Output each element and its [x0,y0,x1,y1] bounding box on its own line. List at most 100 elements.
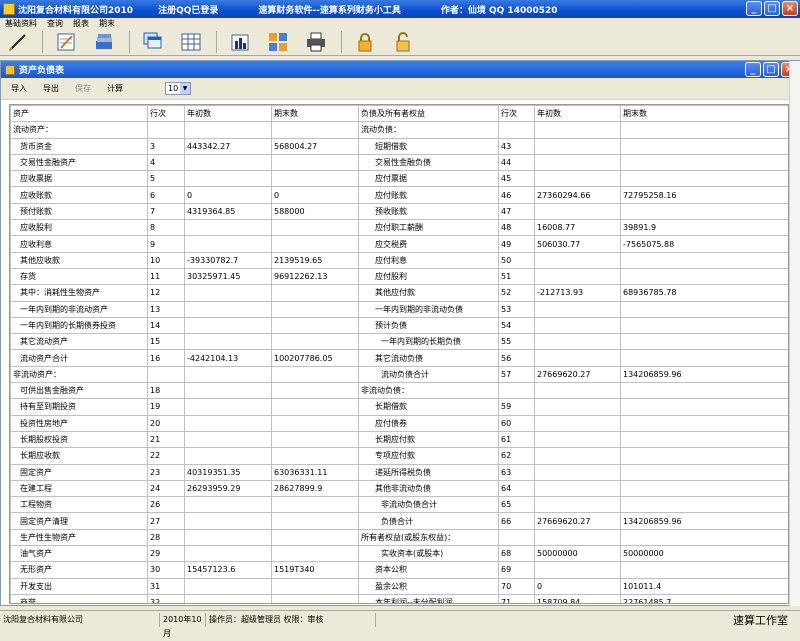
table-cell[interactable] [534,479,621,498]
table-cell[interactable] [534,251,621,269]
table-cell[interactable] [534,398,621,416]
table-cell[interactable] [271,496,359,514]
table-cell[interactable]: 49 [498,235,535,253]
table-cell[interactable] [620,528,788,547]
windows-icon[interactable] [140,30,166,54]
table-cell[interactable]: -39330782.7 [184,251,272,269]
table-cell[interactable]: 应付债券 [358,414,499,432]
table-cell[interactable]: 40319351.35 [184,463,272,481]
table-cell[interactable]: 506030.77 [534,235,621,253]
table-cell[interactable]: 28 [147,528,185,547]
table-cell[interactable]: 39891.9 [620,219,788,237]
table-cell[interactable]: 交易性金融负债 [358,153,499,172]
table-cell[interactable]: 4319364.85 [184,202,272,221]
table-cell[interactable]: 生产性生物资产 [10,528,148,547]
table-cell[interactable] [534,153,621,172]
table-cell[interactable] [534,496,621,514]
table-cell[interactable] [534,430,621,449]
table-cell[interactable]: 应付利息 [358,251,499,269]
table-cell[interactable]: 70 [498,577,535,595]
table-cell[interactable]: 本年利润--未分配利润 [358,593,499,603]
table-cell[interactable]: 一年内到期的非流动资产 [10,300,148,318]
table-cell[interactable]: 专项应付款 [358,447,499,465]
table-cell[interactable] [271,333,359,351]
table-cell[interactable]: 商誉 [10,593,148,603]
table-cell[interactable]: 16 [147,349,185,367]
table-cell[interactable]: 0 [184,186,272,204]
table-cell[interactable] [184,121,272,139]
table-cell[interactable] [184,170,272,188]
table-cell[interactable]: 588000 [271,202,359,221]
table-cell[interactable] [498,382,535,400]
table-cell[interactable]: 负债合计 [358,512,499,530]
table-cell[interactable] [184,153,272,172]
menu-period-end[interactable]: 期末 [94,18,120,29]
pen-icon[interactable] [4,30,30,54]
table-cell[interactable] [620,300,788,318]
table-cell[interactable] [620,121,788,139]
table-cell[interactable] [271,365,359,384]
table-cell[interactable] [620,447,788,465]
table-cell[interactable]: 递延所得税负债 [358,463,499,481]
table-cell[interactable]: 5 [147,170,185,188]
table-cell[interactable]: 158709.84 [534,593,621,603]
table-cell[interactable]: 30 [147,561,185,579]
table-cell[interactable]: 其他非流动负债 [358,479,499,498]
table-cell[interactable]: 46 [498,186,535,204]
table-cell[interactable] [271,512,359,530]
printer-icon[interactable] [303,30,329,54]
table-cell[interactable] [184,235,272,253]
table-cell[interactable] [271,382,359,400]
table-cell[interactable]: 其他应收款 [10,251,148,269]
table-cell[interactable] [620,398,788,416]
table-cell[interactable] [271,430,359,449]
inner-minimize-button[interactable]: _ [745,62,761,77]
table-cell[interactable]: 100207786.05 [271,349,359,367]
calculate-button[interactable]: 计算 [107,83,123,94]
table-cell[interactable] [620,479,788,498]
table-cell[interactable]: 69 [498,561,535,579]
table-cell[interactable]: -212713.93 [534,284,621,302]
table-cell[interactable] [184,414,272,432]
table-cell[interactable]: 资本公积 [358,561,499,579]
table-cell[interactable]: 6 [147,186,185,204]
table-cell[interactable]: 8 [147,219,185,237]
table-cell[interactable] [184,528,272,547]
table-cell[interactable] [620,202,788,221]
table-cell[interactable] [184,333,272,351]
table-cell[interactable]: 3 [147,137,185,155]
table-cell[interactable] [620,349,788,367]
table-cell[interactable]: 流动负债： [358,121,499,139]
table-cell[interactable]: 非流动负债： [358,382,499,400]
vertical-scrollbar[interactable] [789,61,800,606]
table-cell[interactable]: 29 [147,545,185,563]
table-cell[interactable]: 长期股权投资 [10,430,148,449]
table-cell[interactable]: 443342.27 [184,137,272,155]
table-cell[interactable] [534,137,621,155]
table-cell[interactable]: 18 [147,382,185,400]
table-cell[interactable] [620,251,788,269]
table-cell[interactable]: 54 [498,316,535,335]
table-cell[interactable]: 长期应付款 [358,430,499,449]
chevron-down-icon[interactable]: ▼ [180,83,190,94]
table-cell[interactable]: 应收利息 [10,235,148,253]
table-cell[interactable]: 61 [498,430,535,449]
table-cell[interactable]: 96912262.13 [271,267,359,286]
table-cell[interactable]: 28627899.9 [271,479,359,498]
table-cell[interactable] [184,545,272,563]
table-cell[interactable]: 存货 [10,267,148,286]
books-icon[interactable] [91,30,117,54]
table-cell[interactable] [534,333,621,351]
table-cell[interactable]: 101011.4 [620,577,788,595]
table-cell[interactable] [271,414,359,432]
table-cell[interactable]: 45 [498,170,535,188]
table-cell[interactable]: 59 [498,398,535,416]
table-cell[interactable] [620,267,788,286]
table-cell[interactable]: 其它流动资产 [10,333,148,351]
table-cell[interactable]: 32 [147,593,185,603]
table-cell[interactable] [498,121,535,139]
table-cell[interactable] [620,414,788,432]
table-cell[interactable] [271,398,359,416]
table-cell[interactable]: 24 [147,479,185,498]
table-cell[interactable]: 流动资产合计 [10,349,148,367]
